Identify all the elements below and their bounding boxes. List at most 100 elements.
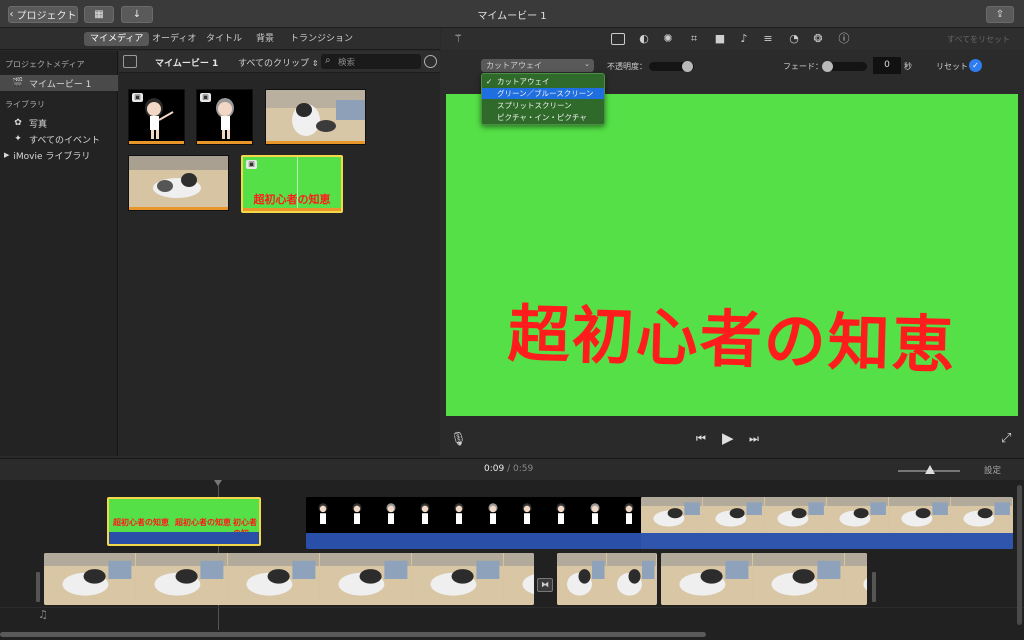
gear-icon[interactable] — [424, 55, 437, 68]
fade-duration-field[interactable]: 0 — [873, 57, 901, 74]
opacity-slider[interactable] — [649, 61, 694, 72]
filmstrip-frame — [607, 553, 656, 605]
equalizer-icon[interactable]: ≡ — [761, 32, 775, 46]
fade-slider[interactable] — [822, 61, 867, 72]
timeline-settings-button[interactable]: 設定 — [984, 464, 1001, 476]
title-clip-text: 超初心者の知恵 — [113, 518, 169, 527]
menu-item-split-screen[interactable]: スプリットスクリーン — [482, 100, 604, 111]
cat-filmstrip — [44, 553, 534, 605]
window-title: マイムービー 1 — [477, 11, 547, 22]
tab-backgrounds[interactable]: 背景 — [250, 32, 280, 46]
video-overlay-icon[interactable] — [611, 33, 625, 45]
cat-filmstrip — [641, 497, 1012, 533]
checkmark-icon[interactable]: ✓ — [969, 59, 982, 72]
filmstrip-frame — [408, 497, 441, 533]
color-palette-icon[interactable]: ✺ — [661, 32, 675, 46]
zoom-slider[interactable] — [898, 465, 960, 474]
sidebar-item-label: マイムービー 1 — [29, 79, 92, 90]
clip-thumbnail[interactable] — [265, 89, 366, 145]
skip-back-icon[interactable]: ⏮ — [696, 432, 706, 446]
fullscreen-icon[interactable]: ⤢ — [1001, 431, 1011, 446]
filmstrip-frame — [412, 553, 503, 605]
star-icon: ✦ — [14, 134, 22, 144]
cat-photo-image — [129, 156, 228, 210]
horizontal-scrollbar[interactable] — [0, 632, 706, 637]
project-media-heading: プロジェクトメディア — [5, 60, 85, 69]
sidebar-item-imovie-library[interactable]: ▶ iMovie ライブラリ — [0, 147, 118, 163]
menu-item-green-blue-screen[interactable]: グリーン／ブルースクリーン — [482, 88, 604, 99]
play-icon[interactable]: ▶ — [722, 429, 734, 447]
info-icon[interactable]: ⓘ — [837, 32, 851, 46]
preview-title-text: 超初心者の知恵 — [506, 297, 957, 382]
color-balance-icon[interactable]: ◐ — [637, 32, 651, 46]
slider-thumb[interactable] — [822, 61, 833, 72]
filmstrip-frame — [442, 497, 475, 533]
clip-thumbnail-selected[interactable]: ▣ 超初心者の知恵 — [241, 155, 343, 213]
clip-thumbnail[interactable] — [128, 155, 229, 211]
speed-icon[interactable]: ◔ — [787, 32, 801, 46]
reset-button[interactable]: リセット — [936, 61, 968, 72]
clip-used-bar — [266, 141, 365, 144]
search-field[interactable]: ⌕ 検索 — [321, 54, 421, 69]
menu-item-picture-in-picture[interactable]: ピクチャ・イン・ピクチャ — [482, 112, 604, 123]
menu-item-label: カットアウェイ — [497, 77, 550, 86]
title-bar: ‹ プロジェクト ▦ ↓ マイムービー 1 ⇪ — [0, 0, 1024, 28]
video-preview[interactable]: 超初心者の知恵 — [446, 94, 1018, 416]
audio-waveform — [109, 532, 259, 544]
slider-thumb[interactable] — [682, 61, 693, 72]
overlay-type-select[interactable]: カットアウェイ ⌄ — [481, 59, 594, 72]
filmstrip-frame — [44, 553, 135, 605]
vertical-scrollbar[interactable] — [1017, 485, 1022, 625]
tab-audio[interactable]: オーディオ — [146, 32, 202, 46]
filmstrip-frame — [557, 553, 606, 605]
zoom-slider-thumb[interactable] — [925, 465, 935, 474]
menu-item-cutaway[interactable]: ✓ カットアウェイ — [482, 76, 604, 87]
filmstrip-frame — [951, 497, 1012, 533]
filmstrip-frame — [641, 497, 702, 533]
menu-item-label: グリーン／ブルースクリーン — [497, 89, 594, 98]
filmstrip-frame — [228, 553, 319, 605]
stabilization-icon[interactable]: ■ — [713, 32, 727, 46]
cat-overlay-clip[interactable] — [641, 497, 1013, 549]
storyline-end-handle[interactable] — [872, 572, 876, 602]
reset-all-button[interactable]: すべてをリセット — [947, 34, 1010, 45]
share-button[interactable]: ⇪ — [986, 6, 1014, 23]
clip-thumbnail[interactable]: ▣ — [128, 89, 185, 145]
clip-used-bar — [197, 141, 252, 144]
filmstrip-frame — [136, 553, 227, 605]
filmstrip-frame — [510, 497, 543, 533]
disclosure-triangle-icon[interactable]: ▶ — [4, 151, 9, 159]
tab-transitions[interactable]: トランジション — [284, 32, 359, 46]
main-cat-clip[interactable] — [661, 553, 867, 605]
main-cat-clip[interactable] — [44, 553, 534, 605]
volume-icon[interactable]: ♪ — [737, 32, 751, 46]
character-overlay-clip[interactable] — [306, 497, 642, 549]
camera-icon: ▣ — [200, 93, 211, 102]
sidebar-toggle-icon[interactable] — [123, 55, 137, 68]
title-overlay-clip[interactable]: 超初心者の知恵 超初心者の知恵 初心者の知 — [107, 497, 261, 546]
transition-icon[interactable]: ⧓ — [537, 578, 553, 592]
filmstrip-frame — [703, 497, 764, 533]
clip-used-bar — [129, 207, 228, 210]
clip-filter-icon[interactable]: ❂ — [811, 32, 825, 46]
tab-titles[interactable]: タイトル — [200, 32, 248, 46]
timeline[interactable]: 超初心者の知恵 超初心者の知恵 初心者の知 ⧓ ♫ — [0, 480, 1024, 640]
magic-wand-icon[interactable]: ⚚ — [451, 32, 465, 46]
filmstrip-frame — [661, 553, 752, 605]
clip-filter-select[interactable]: すべてのクリップ ⇕ — [238, 56, 319, 69]
sidebar-item-project[interactable]: 🎬 マイムービー 1 — [0, 75, 118, 91]
library-sidebar: プロジェクトメディア 🎬 マイムービー 1 ライブラリ ✿ 写真 ✦ すべてのイ… — [0, 51, 118, 456]
filmstrip-frame — [320, 553, 411, 605]
main-cat-clip[interactable] — [557, 553, 657, 605]
playhead-handle[interactable] — [214, 480, 222, 486]
clip-thumbnail[interactable]: ▣ — [196, 89, 253, 145]
music-track-divider — [0, 607, 1024, 608]
crop-icon[interactable]: ⌗ — [687, 32, 701, 46]
menu-item-label: スプリットスクリーン — [497, 101, 572, 110]
skip-forward-icon[interactable]: ⏭ — [749, 432, 759, 446]
tab-my-media[interactable]: マイメディア — [84, 32, 150, 46]
sidebar-item-all-events[interactable]: ✦ すべてのイベント — [0, 131, 118, 147]
storyline-start-handle[interactable] — [36, 572, 40, 602]
sidebar-item-photos[interactable]: ✿ 写真 — [0, 115, 118, 131]
microphone-icon[interactable]: 🎙 — [450, 432, 467, 447]
